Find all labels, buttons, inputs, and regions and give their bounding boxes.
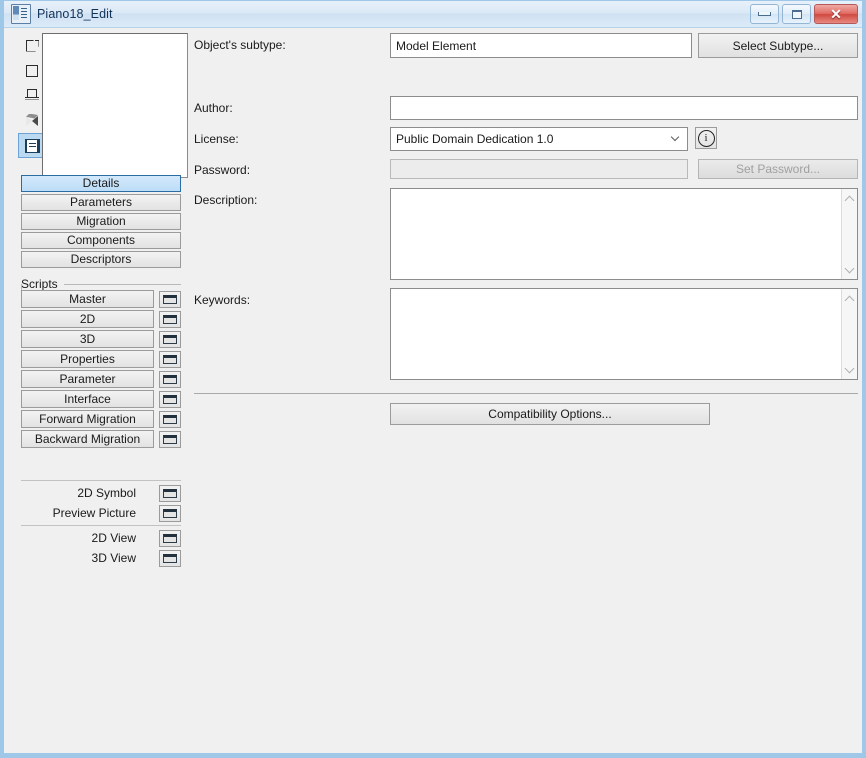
nav-button-migration[interactable]: Migration bbox=[21, 213, 181, 230]
chevron-down-icon bbox=[672, 134, 680, 142]
script-button-list: Master 2D 3D Properties Parameter Interf… bbox=[21, 290, 181, 450]
script-row: 2D bbox=[21, 310, 181, 328]
left-divider-top bbox=[21, 480, 181, 481]
left-divider-bottom bbox=[21, 525, 181, 526]
list-item: 2D Symbol bbox=[21, 484, 181, 502]
open-window-icon[interactable] bbox=[159, 390, 181, 408]
script-row: Backward Migration bbox=[21, 430, 181, 448]
object-editor-window: Piano18_Edit ✕ Details Parameters Migrat… bbox=[0, 0, 866, 758]
window-controls: ✕ bbox=[750, 4, 858, 24]
scroll-down-icon[interactable] bbox=[845, 365, 854, 374]
symbol-list: 2D Symbol Preview Picture bbox=[21, 484, 181, 524]
nav-button-descriptors[interactable]: Descriptors bbox=[21, 251, 181, 268]
script-button-2d[interactable]: 2D bbox=[21, 310, 154, 328]
script-row: Parameter bbox=[21, 370, 181, 388]
license-select[interactable]: Public Domain Dedication 1.0 bbox=[390, 127, 688, 151]
open-window-icon[interactable] bbox=[159, 549, 181, 567]
script-button-backward-migration[interactable]: Backward Migration bbox=[21, 430, 154, 448]
compatibility-options-button[interactable]: Compatibility Options... bbox=[390, 403, 710, 425]
password-input[interactable] bbox=[390, 159, 688, 179]
description-textarea[interactable] bbox=[390, 188, 858, 280]
view-label-2d-view: 2D View bbox=[91, 531, 136, 545]
view-label-3d-view: 3D View bbox=[91, 551, 136, 565]
scripts-group-rule bbox=[64, 284, 181, 285]
view-list: 2D View 3D View bbox=[21, 529, 181, 569]
window-title: Piano18_Edit bbox=[37, 7, 113, 21]
description-scrollbar[interactable] bbox=[841, 189, 857, 279]
open-window-icon[interactable] bbox=[159, 310, 181, 328]
open-window-icon[interactable] bbox=[159, 484, 181, 502]
license-value: Public Domain Dedication 1.0 bbox=[396, 132, 554, 146]
list-item: Preview Picture bbox=[21, 504, 181, 522]
minimize-icon bbox=[758, 12, 771, 16]
keywords-label: Keywords: bbox=[194, 293, 251, 307]
minimize-button[interactable] bbox=[750, 4, 779, 24]
script-button-parameter[interactable]: Parameter bbox=[21, 370, 154, 388]
object-editor-icon bbox=[11, 4, 31, 24]
title-bar: Piano18_Edit ✕ bbox=[4, 1, 862, 28]
set-password-button[interactable]: Set Password... bbox=[698, 159, 858, 179]
license-info-button[interactable]: i bbox=[695, 127, 717, 149]
subtype-value-field[interactable] bbox=[390, 33, 692, 58]
scripts-group-label: Scripts bbox=[21, 277, 58, 291]
script-row: 3D bbox=[21, 330, 181, 348]
open-window-icon[interactable] bbox=[159, 330, 181, 348]
script-button-master[interactable]: Master bbox=[21, 290, 154, 308]
keywords-textarea[interactable] bbox=[390, 288, 858, 380]
section-separator bbox=[194, 393, 858, 394]
info-icon: i bbox=[697, 129, 715, 147]
restore-icon bbox=[791, 9, 802, 19]
author-input[interactable] bbox=[390, 96, 858, 120]
script-row: Properties bbox=[21, 350, 181, 368]
open-window-icon[interactable] bbox=[159, 370, 181, 388]
symbol-label-2d-symbol: 2D Symbol bbox=[77, 486, 136, 500]
keywords-scrollbar[interactable] bbox=[841, 289, 857, 379]
list-item: 3D View bbox=[21, 549, 181, 567]
open-window-icon[interactable] bbox=[159, 430, 181, 448]
script-row: Master bbox=[21, 290, 181, 308]
symbol-label-preview-picture: Preview Picture bbox=[52, 506, 136, 520]
script-button-3d[interactable]: 3D bbox=[21, 330, 154, 348]
script-button-interface[interactable]: Interface bbox=[21, 390, 154, 408]
open-window-icon[interactable] bbox=[159, 529, 181, 547]
nav-button-details[interactable]: Details bbox=[21, 175, 181, 192]
open-window-icon[interactable] bbox=[159, 350, 181, 368]
script-row: Interface bbox=[21, 390, 181, 408]
password-label: Password: bbox=[194, 163, 251, 177]
subtype-label: Object's subtype: bbox=[194, 38, 286, 52]
close-button[interactable]: ✕ bbox=[814, 4, 858, 24]
nav-button-components[interactable]: Components bbox=[21, 232, 181, 249]
description-label: Description: bbox=[194, 193, 258, 207]
close-icon: ✕ bbox=[830, 6, 842, 22]
scroll-up-icon[interactable] bbox=[845, 194, 854, 203]
nav-button-parameters[interactable]: Parameters bbox=[21, 194, 181, 211]
script-button-properties[interactable]: Properties bbox=[21, 350, 154, 368]
script-button-forward-migration[interactable]: Forward Migration bbox=[21, 410, 154, 428]
open-window-icon[interactable] bbox=[159, 290, 181, 308]
window-content: Details Parameters Migration Components … bbox=[4, 28, 862, 746]
list-item: 2D View bbox=[21, 529, 181, 547]
script-row: Forward Migration bbox=[21, 410, 181, 428]
license-label: License: bbox=[194, 132, 239, 146]
open-window-icon[interactable] bbox=[159, 410, 181, 428]
scroll-up-icon[interactable] bbox=[845, 294, 854, 303]
restore-button[interactable] bbox=[782, 4, 811, 24]
select-subtype-button[interactable]: Select Subtype... bbox=[698, 33, 858, 58]
scroll-down-icon[interactable] bbox=[845, 265, 854, 274]
open-window-icon[interactable] bbox=[159, 504, 181, 522]
nav-button-list: Details Parameters Migration Components … bbox=[21, 175, 181, 270]
author-label: Author: bbox=[194, 101, 233, 115]
preview-picture-box[interactable] bbox=[42, 33, 188, 178]
details-panel: Object's subtype: Select Subtype... Use … bbox=[194, 28, 859, 746]
